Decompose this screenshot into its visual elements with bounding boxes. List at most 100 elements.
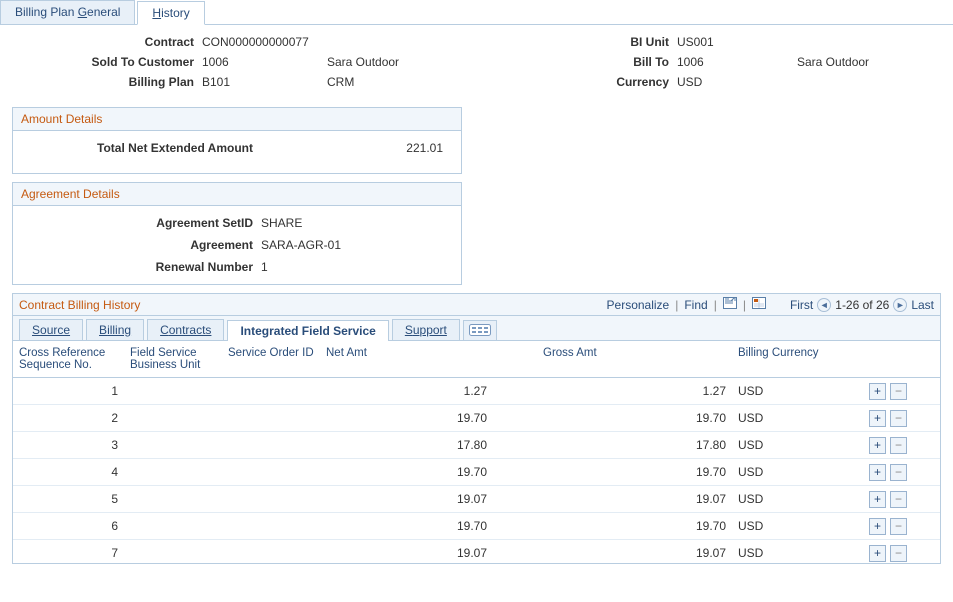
download-icon[interactable] (752, 297, 766, 312)
add-row-button[interactable]: + (869, 491, 886, 508)
cell-cur: USD (732, 542, 861, 563)
cell-bu (124, 414, 222, 422)
sold-to-id: 1006 (202, 55, 229, 69)
cell-net: 19.07 (320, 542, 493, 563)
page-tabs: Billing Plan General History (0, 0, 953, 25)
table-row: 317.8017.80USD+− (13, 432, 940, 459)
bi-unit-label: BI Unit (607, 35, 677, 49)
cell-so (222, 495, 320, 503)
find-link[interactable]: Find (684, 298, 707, 312)
amount-details-box: Amount Details Total Net Extended Amount… (12, 107, 462, 174)
delete-row-button[interactable]: − (890, 437, 907, 454)
cell-bu (124, 468, 222, 476)
agreement-details-title: Agreement Details (13, 183, 461, 206)
cell-cur: USD (732, 461, 861, 483)
tab-history[interactable]: History (137, 1, 204, 25)
total-net-value: 221.01 (261, 141, 451, 155)
cell-seq: 7 (13, 542, 124, 563)
billing-plan-id: B101 (202, 75, 230, 89)
cell-gross: 19.70 (493, 407, 732, 429)
delete-row-button[interactable]: − (890, 545, 907, 562)
grid-tab-billing[interactable]: Billing (86, 319, 144, 340)
grid-tab-show-all-icon[interactable] (463, 320, 497, 340)
bill-to-name: Sara Outdoor (797, 55, 869, 69)
cell-bu (124, 495, 222, 503)
cell-cur: USD (732, 515, 861, 537)
cell-net: 19.07 (320, 488, 493, 510)
cell-so (222, 468, 320, 476)
cell-net: 19.70 (320, 515, 493, 537)
col-billing-currency[interactable]: Billing Currency (732, 341, 861, 377)
sold-to-label: Sold To Customer (12, 55, 202, 69)
grid-tab-integrated-field-service[interactable]: Integrated Field Service (227, 320, 388, 341)
cell-bu (124, 387, 222, 395)
total-net-label: Total Net Extended Amount (21, 141, 261, 155)
grid-pager: First ◄ 1-26 of 26 ► Last (790, 298, 934, 312)
col-field-service-bu[interactable]: Field Service Business Unit (124, 341, 222, 377)
add-row-button[interactable]: + (869, 410, 886, 427)
amount-details-title: Amount Details (13, 108, 461, 131)
add-row-button[interactable]: + (869, 464, 886, 481)
cell-seq: 3 (13, 434, 124, 456)
cell-so (222, 387, 320, 395)
grid-column-headers: Cross Reference Sequence No. Field Servi… (13, 341, 940, 378)
billing-plan-name: CRM (327, 75, 354, 89)
cell-seq: 4 (13, 461, 124, 483)
cell-net: 17.80 (320, 434, 493, 456)
agreement-value: SARA-AGR-01 (261, 238, 451, 252)
pager-last[interactable]: Last (911, 298, 934, 312)
delete-row-button[interactable]: − (890, 383, 907, 400)
table-row: 219.7019.70USD+− (13, 405, 940, 432)
col-net-amt[interactable]: Net Amt (320, 341, 493, 377)
cell-gross: 19.70 (493, 461, 732, 483)
pager-first[interactable]: First (790, 298, 813, 312)
cell-so (222, 549, 320, 557)
add-row-button[interactable]: + (869, 545, 886, 562)
grid-tab-source[interactable]: Source (19, 319, 83, 340)
contract-value: CON000000000077 (202, 35, 309, 49)
cell-so (222, 522, 320, 530)
pager-next-icon[interactable]: ► (893, 298, 907, 312)
pager-prev-icon[interactable]: ◄ (817, 298, 831, 312)
agreement-setid-value: SHARE (261, 216, 451, 230)
cell-cur: USD (732, 488, 861, 510)
bi-unit-value: US001 (677, 35, 714, 49)
col-service-order-id[interactable]: Service Order ID (222, 341, 320, 377)
agreement-label: Agreement (21, 238, 261, 252)
grid-tab-contracts[interactable]: Contracts (147, 319, 224, 340)
cell-bu (124, 441, 222, 449)
delete-row-button[interactable]: − (890, 491, 907, 508)
cell-net: 1.27 (320, 380, 493, 402)
delete-row-button[interactable]: − (890, 464, 907, 481)
col-cross-ref-seq[interactable]: Cross Reference Sequence No. (13, 341, 124, 377)
billing-plan-label: Billing Plan (12, 75, 202, 89)
renewal-value: 1 (261, 260, 451, 274)
delete-row-button[interactable]: − (890, 518, 907, 535)
tab-billing-plan-general[interactable]: Billing Plan General (0, 0, 135, 24)
cell-net: 19.70 (320, 407, 493, 429)
cell-seq: 6 (13, 515, 124, 537)
cell-so (222, 441, 320, 449)
cell-gross: 19.07 (493, 488, 732, 510)
cell-gross: 19.70 (493, 515, 732, 537)
cell-gross: 17.80 (493, 434, 732, 456)
grid-tabs: Source Billing Contracts Integrated Fiel… (13, 316, 940, 341)
grid-tab-support[interactable]: Support (392, 319, 460, 340)
cell-gross: 19.07 (493, 542, 732, 563)
table-row: 519.0719.07USD+− (13, 486, 940, 513)
add-row-button[interactable]: + (869, 437, 886, 454)
cell-cur: USD (732, 407, 861, 429)
col-gross-amt[interactable]: Gross Amt (493, 341, 732, 377)
agreement-details-box: Agreement Details Agreement SetID SHARE … (12, 182, 462, 285)
delete-row-button[interactable]: − (890, 410, 907, 427)
cell-so (222, 414, 320, 422)
add-row-button[interactable]: + (869, 518, 886, 535)
personalize-link[interactable]: Personalize (607, 298, 670, 312)
currency-label: Currency (607, 75, 677, 89)
grid-body[interactable]: 11.271.27USD+−219.7019.70USD+−317.8017.8… (13, 378, 940, 563)
cell-cur: USD (732, 380, 861, 402)
table-row: 11.271.27USD+− (13, 378, 940, 405)
cell-seq: 1 (13, 380, 124, 402)
add-row-button[interactable]: + (869, 383, 886, 400)
zoom-icon[interactable] (723, 297, 737, 312)
